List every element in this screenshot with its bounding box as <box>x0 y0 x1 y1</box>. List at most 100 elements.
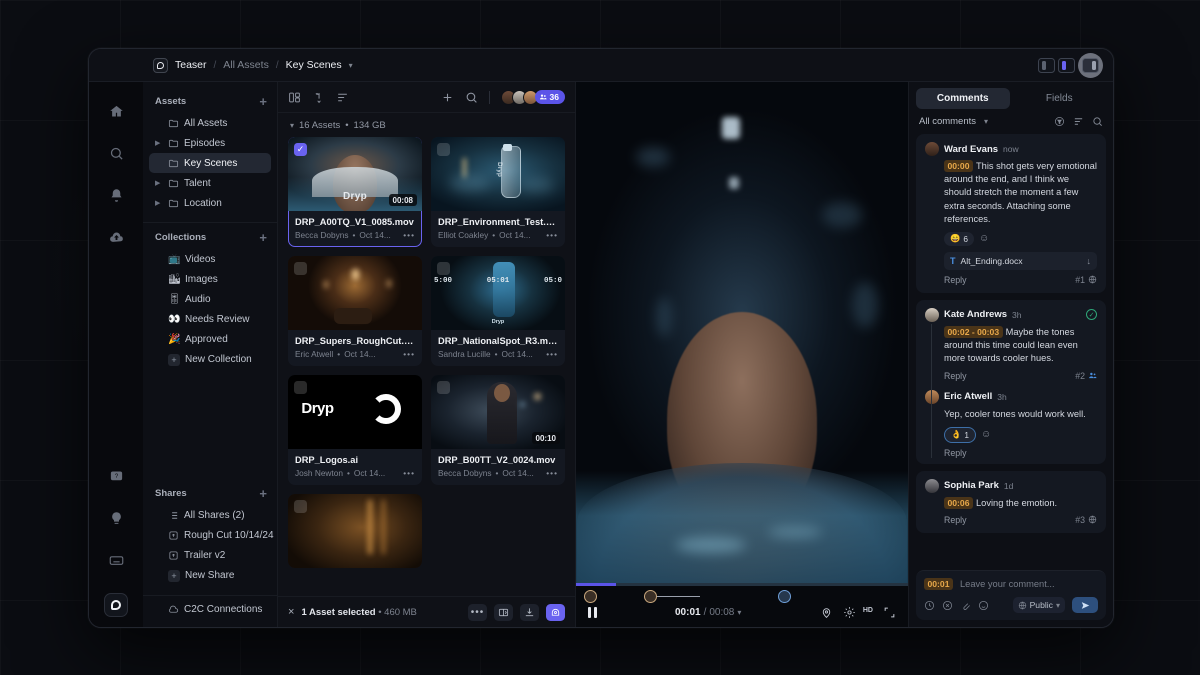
breadcrumb-level1[interactable]: All Assets <box>223 59 269 71</box>
sidebar-item-all-shares[interactable]: ▶ All Shares (2) <box>149 505 271 525</box>
comments-filter-label[interactable]: All comments <box>919 116 976 127</box>
comment-item[interactable]: Kate Andrews 3h ✓ 00:02 - 00:03Maybe the… <box>916 300 1106 464</box>
tab-comments[interactable]: Comments <box>916 88 1010 109</box>
avatar[interactable] <box>925 479 939 493</box>
sidebar-item-rough-cut[interactable]: ▶ Rough Cut 10/14/24 <box>149 525 271 545</box>
more-options-icon[interactable]: ••• <box>403 349 415 359</box>
asset-card[interactable]: Dryp 00:08 DRP_A00TQ_V1_0085.mov Becca D… <box>288 137 422 247</box>
asset-card[interactable]: Dryp DRP_Environment_Test.psd Elliot Coa… <box>431 137 565 247</box>
more-options-icon[interactable]: ••• <box>403 468 415 478</box>
timeline[interactable] <box>576 583 908 605</box>
sidebar-item-images[interactable]: ▶ 🏙 Images <box>149 269 271 289</box>
search-icon[interactable] <box>101 138 131 168</box>
reply-button[interactable]: Reply <box>944 371 967 381</box>
asset-checkbox[interactable] <box>294 381 307 394</box>
chevron-down-icon[interactable]: ▾ <box>984 117 988 126</box>
add-icon[interactable] <box>441 91 454 104</box>
add-collection-icon[interactable]: + <box>259 231 267 244</box>
download-icon[interactable] <box>520 604 539 621</box>
pause-icon[interactable] <box>588 607 597 618</box>
timeline-marker-avatar[interactable] <box>778 590 791 603</box>
brand-logo-icon[interactable] <box>104 593 128 617</box>
search-icon[interactable] <box>1092 116 1103 127</box>
stamp-icon[interactable] <box>942 600 953 611</box>
sidebar-item-episodes[interactable]: ▶ Episodes <box>149 133 271 153</box>
marker-icon[interactable] <box>820 606 833 619</box>
sidebar-item-location[interactable]: ▶ Location <box>149 193 271 213</box>
avatar[interactable] <box>925 308 939 322</box>
timeline-track[interactable] <box>576 583 908 586</box>
reply-button[interactable]: Reply <box>944 275 967 285</box>
chevron-right-icon[interactable]: ▶ <box>155 199 163 207</box>
collaborator-avatars[interactable]: 36 <box>501 90 565 105</box>
asset-card[interactable]: 00:10 DRP_B00TT_V2_0024.mov Becca Dobyns… <box>431 375 565 485</box>
tab-fields[interactable]: Fields <box>1013 88 1107 109</box>
collaborator-count-badge[interactable]: 36 <box>535 90 565 104</box>
tag-view-icon[interactable] <box>312 91 325 104</box>
sidebar-item-all-assets[interactable]: ▶ All Assets <box>149 113 271 133</box>
reaction-pill[interactable]: 😄 6 <box>944 232 974 246</box>
compare-icon[interactable] <box>494 604 513 621</box>
asset-card[interactable]: Dryp DRP_Logos.ai Josh Newton • Oct 14..… <box>288 375 422 485</box>
asset-checkbox[interactable] <box>294 262 307 275</box>
timeline-marker-avatar[interactable] <box>584 590 597 603</box>
comment-attachment[interactable]: T Alt_Ending.docx ↓ <box>944 252 1097 270</box>
sort-icon[interactable] <box>1073 116 1084 127</box>
emoji-icon[interactable] <box>978 600 989 611</box>
lightbulb-icon[interactable] <box>101 503 131 533</box>
attach-icon[interactable] <box>960 600 971 611</box>
comment-item[interactable]: Ward Evans now 00:00This shot gets very … <box>916 134 1106 293</box>
chevron-right-icon[interactable]: ▶ <box>155 179 163 187</box>
more-actions-icon[interactable]: ••• <box>468 604 487 621</box>
avatar[interactable] <box>925 390 939 404</box>
fullscreen-icon[interactable] <box>883 606 896 619</box>
grid-view-icon[interactable] <box>288 91 301 104</box>
sidebar-item-new-share[interactable]: ▶ + New Share <box>149 565 271 586</box>
comment-timestamp[interactable]: 00:06 <box>944 497 973 509</box>
settings-icon[interactable] <box>843 606 856 619</box>
download-icon[interactable]: ↓ <box>1087 256 1092 266</box>
keyboard-icon[interactable] <box>101 545 131 575</box>
sidebar-item-key-scenes[interactable]: ▶ Key Scenes <box>149 153 271 173</box>
chevron-right-icon[interactable]: ▶ <box>155 139 163 147</box>
comment-reply[interactable]: Eric Atwell 3h Yep, cooler tones would w… <box>925 390 1097 458</box>
asset-checkbox[interactable] <box>294 143 307 156</box>
chevron-down-icon[interactable]: ▾ <box>737 608 741 617</box>
breadcrumb-project[interactable]: Teaser <box>175 59 207 71</box>
resolved-check-icon[interactable]: ✓ <box>1086 309 1097 320</box>
sidebar-item-approved[interactable]: ▶ 🎉 Approved <box>149 329 271 349</box>
sidebar-item-c2c-connections[interactable]: ▶ C2C Connections <box>149 599 271 619</box>
send-button[interactable] <box>1072 597 1098 613</box>
visibility-selector[interactable]: Public ▾ <box>1013 597 1065 613</box>
asset-checkbox[interactable] <box>437 143 450 156</box>
sidebar-item-videos[interactable]: ▶ 📺 Videos <box>149 249 271 269</box>
reply-button[interactable]: Reply <box>944 515 967 525</box>
asset-checkbox[interactable] <box>437 262 450 275</box>
search-icon[interactable] <box>465 91 478 104</box>
comment-composer[interactable]: 00:01 Leave your comment... Public ▾ <box>916 570 1106 620</box>
asset-card[interactable]: DRP_Supers_RoughCut.mov Eric Atwell • Oc… <box>288 256 422 366</box>
comment-timestamp[interactable]: 00:00 <box>944 160 973 172</box>
sidebar-item-new-collection[interactable]: ▶ + New Collection <box>149 349 271 370</box>
reply-button[interactable]: Reply <box>944 448 967 458</box>
add-reaction-icon[interactable]: ☺ <box>979 233 989 244</box>
chevron-down-icon[interactable]: ▾ <box>290 121 294 130</box>
asset-card[interactable]: 5:00 05:01 05:0 Dryp DRP_NationalSpot_R3… <box>431 256 565 366</box>
avatar[interactable] <box>925 142 939 156</box>
add-asset-icon[interactable]: + <box>259 95 267 108</box>
asset-card-partial[interactable] <box>288 494 422 568</box>
chevron-down-icon[interactable]: ▾ <box>349 61 353 70</box>
more-options-icon[interactable]: ••• <box>546 468 558 478</box>
home-icon[interactable] <box>101 96 131 126</box>
add-reaction-icon[interactable]: ☺ <box>981 429 991 440</box>
draw-icon[interactable] <box>924 600 935 611</box>
breadcrumb-level2[interactable]: Key Scenes <box>286 59 342 71</box>
reaction-pill[interactable]: 👌 1 <box>944 427 976 443</box>
layout-center-toggle[interactable] <box>1058 58 1075 73</box>
sidebar-item-talent[interactable]: ▶ Talent <box>149 173 271 193</box>
sidebar-item-trailer-v2[interactable]: ▶ Trailer v2 <box>149 545 271 565</box>
comment-input[interactable]: Leave your comment... <box>960 579 1055 589</box>
timeline-marker-avatar[interactable] <box>644 590 657 603</box>
asset-checkbox[interactable] <box>294 500 307 513</box>
sidebar-item-needs-review[interactable]: ▶ 👀 Needs Review <box>149 309 271 329</box>
